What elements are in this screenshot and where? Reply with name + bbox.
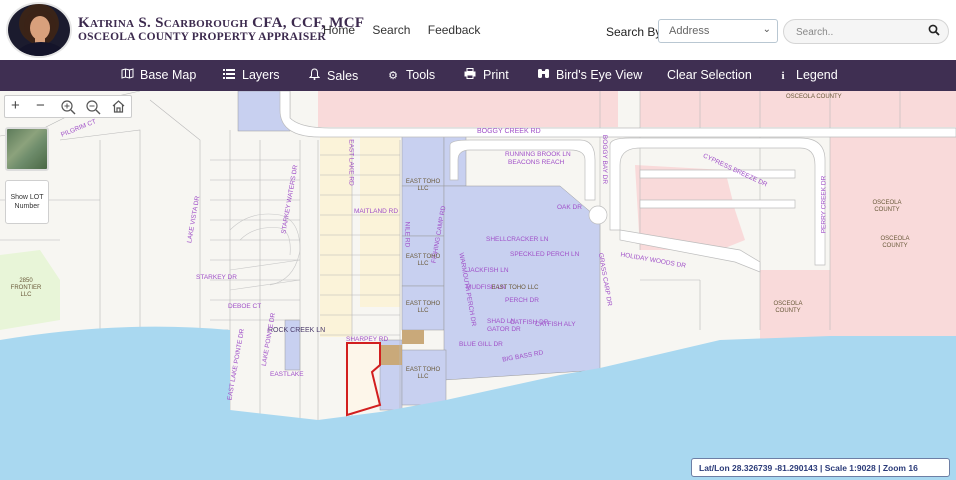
zoom-in-magnifier-icon[interactable] [60, 99, 76, 119]
print-icon [463, 68, 477, 82]
street-label-eastlake: EASTLAKE [270, 371, 304, 378]
clear-selection-button[interactable]: Clear Selection [667, 68, 752, 82]
nav-search[interactable]: Search [372, 23, 410, 37]
map-toolbar: Base Map Layers Sales ⚙ Tools Print Bird'… [0, 60, 956, 91]
zoom-in-button[interactable]: + [11, 97, 20, 114]
owner-label-east-toho-2: EAST TOHO LLC [405, 254, 441, 267]
search-input[interactable]: Search.. [783, 19, 949, 44]
owner-label-county-east: OSCEOLA COUNTY [880, 236, 910, 249]
owner-label-frontier: 2850 FRONTIER LLC [10, 278, 42, 298]
legend-label: Legend [796, 68, 838, 82]
clear-selection-label: Clear Selection [667, 68, 752, 82]
show-lot-number-button[interactable]: Show LOT Number [5, 180, 49, 224]
search-icon[interactable] [928, 24, 940, 39]
info-icon: i [781, 70, 785, 82]
street-label-gator: GATOR DR [487, 326, 521, 333]
street-label-shellcracker: SHELLCRACKER LN [486, 236, 549, 243]
owner-label-county-mid: OSCEOLA COUNTY [872, 200, 902, 213]
layers-button[interactable]: Layers [222, 68, 280, 82]
owner-label-east-toho-1: EAST TOHO LLC [405, 179, 441, 192]
street-label-oak: OAK DR [557, 204, 582, 211]
owner-label-county-top: OSCEOLA COUNTY [786, 94, 842, 100]
owner-label-east-toho-5: EAST TOHO LLC [405, 367, 441, 380]
appraiser-name: Katrina S. Scarborough CFA, CCF, MCF [78, 15, 365, 31]
home-icon[interactable] [111, 99, 126, 118]
street-label-beacons-reach: BEACONS REACH [508, 159, 565, 166]
layers-label: Layers [242, 68, 280, 82]
nav-home[interactable]: Home [323, 23, 355, 37]
map-zoom-controls: + − [4, 95, 132, 118]
zoom-out-button[interactable]: − [36, 97, 45, 114]
street-label-nile: NILE RD [403, 221, 411, 248]
app-header: Katrina S. Scarborough CFA, CCF, MCF OSC… [0, 0, 956, 60]
street-label-perch: PERCH DR [505, 297, 539, 304]
sales-button[interactable]: Sales [307, 68, 358, 83]
office-title: OSCEOLA COUNTY PROPERTY APPRAISER [78, 31, 326, 43]
owner-label-east-toho-4: EAST TOHO LLC [491, 285, 539, 291]
top-nav: Home Search Feedback [323, 23, 494, 37]
search-by-label: Search By [606, 25, 662, 39]
street-label-starkey: STARKEY DR [196, 274, 237, 281]
street-label-maitland: MAITLAND RD [354, 208, 399, 215]
print-label: Print [483, 68, 509, 82]
owner-label-county-south: OSCEOLA COUNTY [773, 301, 803, 314]
zoom-out-magnifier-icon[interactable] [85, 99, 101, 119]
street-label-blue-gill: BLUE GILL DR [459, 341, 503, 348]
street-label-jackfish: JACKFISH LN [467, 267, 509, 274]
gear-icon: ⚙ [388, 70, 398, 82]
street-label-east-lake: EAST LAKE RD [347, 139, 355, 186]
basemap-thumbnail[interactable] [5, 127, 49, 171]
map-icon [120, 68, 134, 82]
birds-eye-view-label: Bird's Eye View [556, 68, 643, 82]
parcel-map[interactable]: BOGGY CREEK RD PILGRIM CT LAKE VISTA DR … [0, 91, 956, 480]
street-label-boggy-creek: BOGGY CREEK RD [477, 128, 541, 135]
base-map-label: Base Map [140, 68, 197, 82]
sales-label: Sales [327, 69, 359, 83]
map-status-bar: Lat/Lon 28.326739 -81.290143 | Scale 1:9… [691, 458, 950, 477]
tools-button[interactable]: ⚙ Tools [386, 68, 435, 82]
bell-icon [307, 68, 321, 83]
appraiser-photo [6, 2, 72, 58]
street-label-rock-creek: ROCK CREEK LN [268, 327, 326, 334]
street-label-perry-creek: PERRY CREEK DR [820, 175, 828, 234]
print-button[interactable]: Print [463, 68, 509, 82]
street-label-sharpey: SHARPEY RD [346, 336, 389, 343]
street-label-deboe: DEBOE CT [228, 303, 262, 310]
search-placeholder: Search.. [796, 27, 834, 38]
street-label-catfish-aly: CATFISH ALY [535, 321, 576, 328]
chevron-down-icon: ⌄ [762, 24, 771, 35]
owner-label-east-toho-3: EAST TOHO LLC [405, 301, 441, 314]
birds-eye-view-button[interactable]: Bird's Eye View [536, 68, 642, 82]
binoculars-icon [536, 68, 550, 82]
tools-label: Tools [406, 68, 436, 82]
search-by-select[interactable]: Address ⌄ [658, 19, 778, 43]
legend-button[interactable]: i Legend [776, 68, 838, 82]
street-label-boggy-bay: BOGGY BAY DR [601, 134, 609, 185]
base-map-button[interactable]: Base Map [120, 68, 196, 82]
search-by-value: Address [669, 25, 710, 37]
layers-icon [222, 68, 236, 82]
street-label-running-brook: RUNNING BROOK LN [505, 151, 571, 158]
street-label-speckled-perch: SPECKLED PERCH LN [510, 251, 580, 258]
nav-feedback[interactable]: Feedback [428, 23, 481, 37]
